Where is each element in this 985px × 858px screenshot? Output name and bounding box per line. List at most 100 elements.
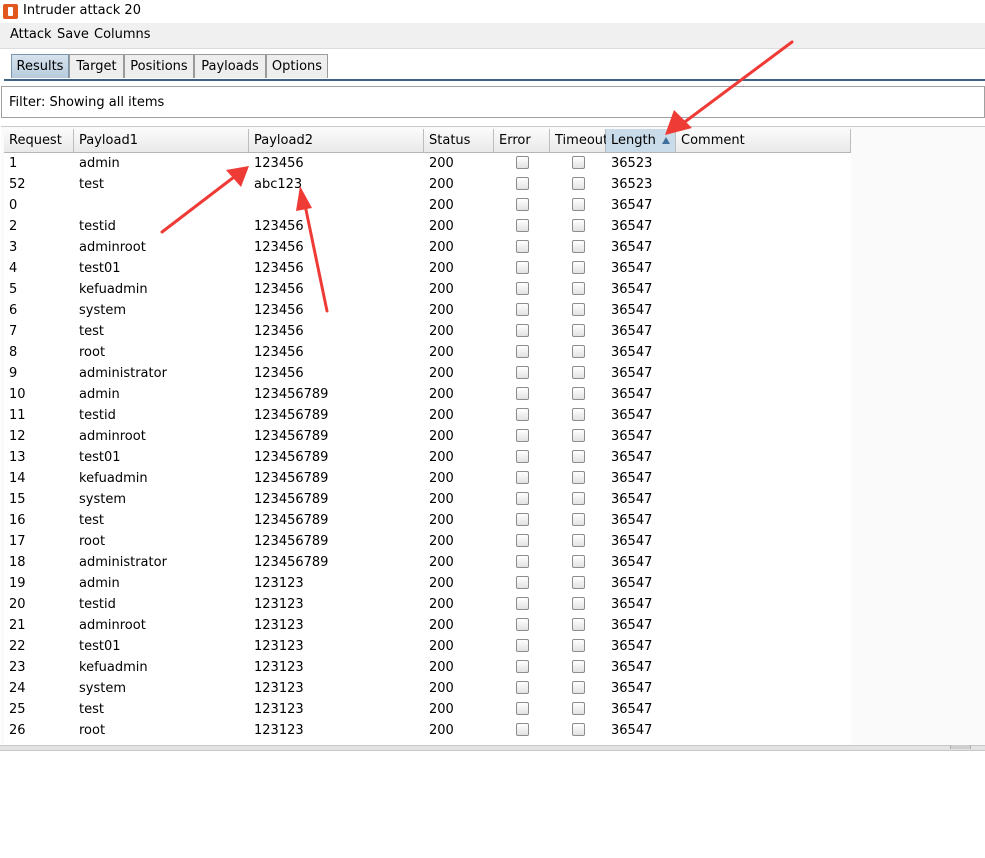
table-row[interactable]: 9 administrator 123456 200 36547 xyxy=(4,363,851,384)
error-checkbox[interactable] xyxy=(516,576,529,589)
error-checkbox[interactable] xyxy=(516,408,529,421)
table-row[interactable]: 52 test abc123 200 36523 xyxy=(4,174,851,195)
timeout-checkbox[interactable] xyxy=(572,660,585,673)
table-row[interactable]: 5 kefuadmin 123456 200 36547 xyxy=(4,279,851,300)
tab-target[interactable]: Target xyxy=(69,54,124,78)
error-checkbox[interactable] xyxy=(516,240,529,253)
error-checkbox[interactable] xyxy=(516,471,529,484)
error-checkbox[interactable] xyxy=(516,555,529,568)
error-checkbox[interactable] xyxy=(516,177,529,190)
error-checkbox[interactable] xyxy=(516,366,529,379)
table-row[interactable]: 14 kefuadmin 123456789 200 36547 xyxy=(4,468,851,489)
timeout-checkbox[interactable] xyxy=(572,681,585,694)
timeout-checkbox[interactable] xyxy=(572,408,585,421)
table-row[interactable]: 17 root 123456789 200 36547 xyxy=(4,531,851,552)
timeout-checkbox[interactable] xyxy=(572,198,585,211)
error-checkbox[interactable] xyxy=(516,282,529,295)
table-row[interactable]: 26 root 123123 200 36547 xyxy=(4,720,851,741)
timeout-checkbox[interactable] xyxy=(572,639,585,652)
table-row[interactable]: 20 testid 123123 200 36547 xyxy=(4,594,851,615)
error-checkbox[interactable] xyxy=(516,219,529,232)
table-row[interactable]: 24 system 123123 200 36547 xyxy=(4,678,851,699)
error-checkbox[interactable] xyxy=(516,345,529,358)
tab-payloads[interactable]: Payloads xyxy=(194,54,266,78)
error-checkbox[interactable] xyxy=(516,429,529,442)
tab-options[interactable]: Options xyxy=(266,54,328,78)
table-row[interactable]: 19 admin 123123 200 36547 xyxy=(4,573,851,594)
error-checkbox[interactable] xyxy=(516,681,529,694)
timeout-checkbox[interactable] xyxy=(572,303,585,316)
table-row[interactable]: 18 administrator 123456789 200 36547 xyxy=(4,552,851,573)
tab-results[interactable]: Results xyxy=(11,54,69,78)
column-header-payload1[interactable]: Payload1 xyxy=(74,129,249,152)
filter-text[interactable]: Filter: Showing all items xyxy=(9,95,164,110)
error-checkbox[interactable] xyxy=(516,324,529,337)
timeout-checkbox[interactable] xyxy=(572,177,585,190)
error-checkbox[interactable] xyxy=(516,513,529,526)
error-checkbox[interactable] xyxy=(516,450,529,463)
table-row[interactable]: 0 200 36547 xyxy=(4,195,851,216)
table-row[interactable]: 10 admin 123456789 200 36547 xyxy=(4,384,851,405)
timeout-checkbox[interactable] xyxy=(572,219,585,232)
table-row[interactable]: 11 testid 123456789 200 36547 xyxy=(4,405,851,426)
table-row[interactable]: 1 admin 123456 200 36523 xyxy=(4,153,851,174)
error-checkbox[interactable] xyxy=(516,702,529,715)
filter-bar[interactable]: Filter: Showing all items xyxy=(1,86,985,118)
column-header-length[interactable]: Length xyxy=(606,129,676,152)
timeout-checkbox[interactable] xyxy=(572,513,585,526)
table-row[interactable]: 2 testid 123456 200 36547 xyxy=(4,216,851,237)
table-row[interactable]: 13 test01 123456789 200 36547 xyxy=(4,447,851,468)
timeout-checkbox[interactable] xyxy=(572,324,585,337)
column-header-payload2[interactable]: Payload2 xyxy=(249,129,424,152)
menu-save[interactable]: Save xyxy=(57,27,89,42)
error-checkbox[interactable] xyxy=(516,534,529,547)
error-checkbox[interactable] xyxy=(516,618,529,631)
timeout-checkbox[interactable] xyxy=(572,387,585,400)
table-row[interactable]: 22 test01 123123 200 36547 xyxy=(4,636,851,657)
column-header-status[interactable]: Status xyxy=(424,129,494,152)
timeout-checkbox[interactable] xyxy=(572,534,585,547)
error-checkbox[interactable] xyxy=(516,261,529,274)
timeout-checkbox[interactable] xyxy=(572,555,585,568)
timeout-checkbox[interactable] xyxy=(572,723,585,736)
table-row[interactable]: 6 system 123456 200 36547 xyxy=(4,300,851,321)
table-row[interactable]: 8 root 123456 200 36547 xyxy=(4,342,851,363)
error-checkbox[interactable] xyxy=(516,387,529,400)
timeout-checkbox[interactable] xyxy=(572,597,585,610)
tab-positions[interactable]: Positions xyxy=(124,54,194,78)
timeout-checkbox[interactable] xyxy=(572,576,585,589)
error-checkbox[interactable] xyxy=(516,597,529,610)
table-row[interactable]: 3 adminroot 123456 200 36547 xyxy=(4,237,851,258)
timeout-checkbox[interactable] xyxy=(572,450,585,463)
timeout-checkbox[interactable] xyxy=(572,471,585,484)
column-header-comment[interactable]: Comment xyxy=(676,129,851,152)
table-row[interactable]: 23 kefuadmin 123123 200 36547 xyxy=(4,657,851,678)
column-header-error[interactable]: Error xyxy=(494,129,550,152)
error-checkbox[interactable] xyxy=(516,639,529,652)
timeout-checkbox[interactable] xyxy=(572,261,585,274)
timeout-checkbox[interactable] xyxy=(572,282,585,295)
column-header-request[interactable]: Request xyxy=(4,129,74,152)
menu-columns[interactable]: Columns xyxy=(94,27,151,42)
table-row[interactable]: 25 test 123123 200 36547 xyxy=(4,699,851,720)
error-checkbox[interactable] xyxy=(516,660,529,673)
timeout-checkbox[interactable] xyxy=(572,240,585,253)
column-header-timeout[interactable]: Timeout xyxy=(550,129,608,152)
table-row[interactable]: 4 test01 123456 200 36547 xyxy=(4,258,851,279)
error-checkbox[interactable] xyxy=(516,198,529,211)
timeout-checkbox[interactable] xyxy=(572,156,585,169)
error-checkbox[interactable] xyxy=(516,492,529,505)
timeout-checkbox[interactable] xyxy=(572,366,585,379)
table-row[interactable]: 7 test 123456 200 36547 xyxy=(4,321,851,342)
timeout-checkbox[interactable] xyxy=(572,492,585,505)
table-row[interactable]: 16 test 123456789 200 36547 xyxy=(4,510,851,531)
timeout-checkbox[interactable] xyxy=(572,345,585,358)
table-row[interactable]: 15 system 123456789 200 36547 xyxy=(4,489,851,510)
error-checkbox[interactable] xyxy=(516,303,529,316)
table-row[interactable]: 12 adminroot 123456789 200 36547 xyxy=(4,426,851,447)
divider-grip-icon[interactable] xyxy=(950,745,971,749)
timeout-checkbox[interactable] xyxy=(572,429,585,442)
error-checkbox[interactable] xyxy=(516,723,529,736)
timeout-checkbox[interactable] xyxy=(572,702,585,715)
timeout-checkbox[interactable] xyxy=(572,618,585,631)
